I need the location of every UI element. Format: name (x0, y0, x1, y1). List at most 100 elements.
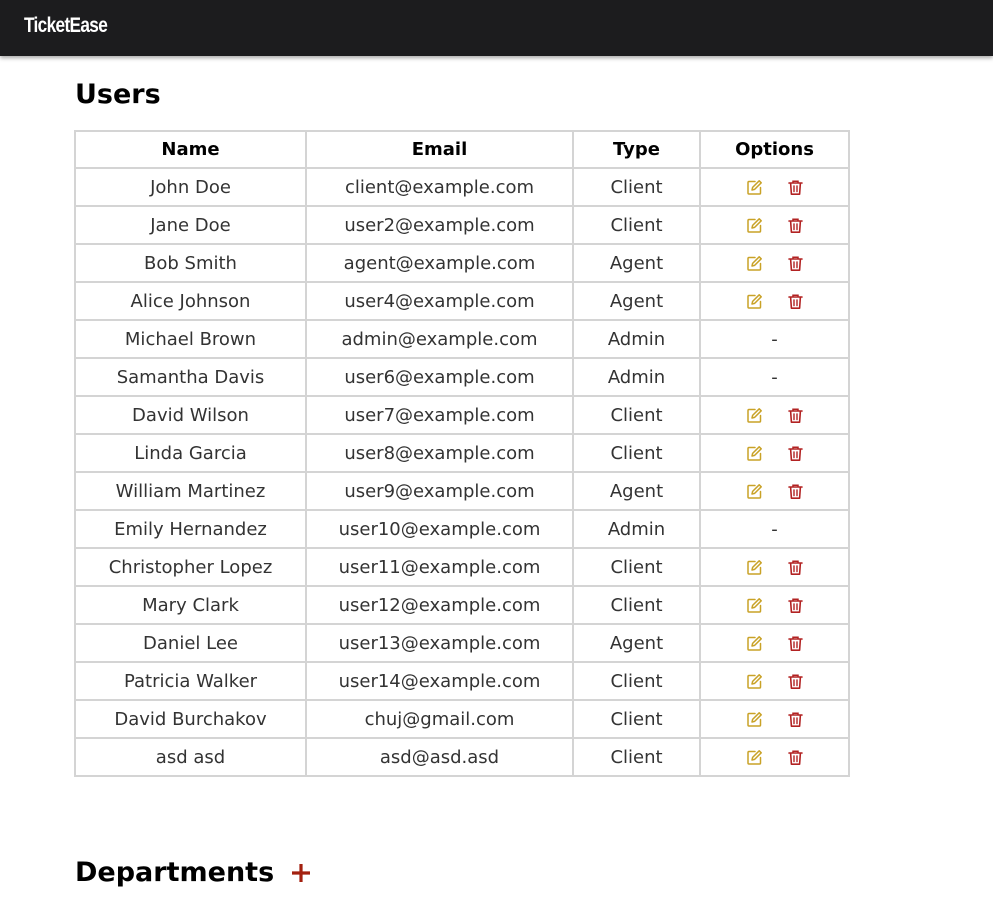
edit-icon[interactable] (746, 749, 763, 766)
user-type-cell: Admin (572, 319, 701, 359)
delete-icon[interactable] (787, 179, 804, 196)
delete-icon[interactable] (787, 673, 804, 690)
table-row: Alice Johnson user4@example.com Agent (74, 281, 850, 321)
user-type-cell: Client (572, 699, 701, 739)
delete-icon[interactable] (787, 407, 804, 424)
user-options-cell (699, 471, 850, 511)
options-actions (701, 293, 848, 310)
user-name-cell: John Doe (74, 167, 307, 207)
user-email-cell: user9@example.com (305, 471, 574, 511)
options-actions (701, 255, 848, 272)
user-name-cell: Jane Doe (74, 205, 307, 245)
user-name-cell: Alice Johnson (74, 281, 307, 321)
users-table: Name Email Type Options John Doe client@e… (74, 130, 850, 777)
user-name-cell: Daniel Lee (74, 623, 307, 663)
table-row: John Doe client@example.com Client (74, 167, 850, 207)
user-type-cell: Client (572, 585, 701, 625)
user-email-cell: user12@example.com (305, 585, 574, 625)
delete-icon[interactable] (787, 597, 804, 614)
no-options-text: - (771, 366, 778, 388)
user-options-cell (699, 585, 850, 625)
user-name-cell: Bob Smith (74, 243, 307, 283)
user-options-cell (699, 281, 850, 321)
user-name-cell: Christopher Lopez (74, 547, 307, 587)
edit-icon[interactable] (746, 407, 763, 424)
user-type-cell: Client (572, 395, 701, 435)
user-name-cell: Samantha Davis (74, 357, 307, 397)
user-email-cell: agent@example.com (305, 243, 574, 283)
departments-section-title: Departments (75, 857, 275, 888)
user-type-cell: Client (572, 167, 701, 207)
delete-icon[interactable] (787, 217, 804, 234)
user-name-cell: Patricia Walker (74, 661, 307, 701)
column-header-email: Email (305, 130, 574, 169)
user-name-cell: David Wilson (74, 395, 307, 435)
delete-icon[interactable] (787, 293, 804, 310)
user-options-cell (699, 661, 850, 701)
user-options-cell: - (699, 357, 850, 397)
edit-icon[interactable] (746, 483, 763, 500)
user-options-cell: - (699, 319, 850, 359)
edit-icon[interactable] (746, 597, 763, 614)
edit-icon[interactable] (746, 559, 763, 576)
user-email-cell: user13@example.com (305, 623, 574, 663)
table-row: Christopher Lopez user11@example.com Clien… (74, 547, 850, 587)
user-name-cell: Mary Clark (74, 585, 307, 625)
options-actions (701, 673, 848, 690)
delete-icon[interactable] (787, 559, 804, 576)
users-table-body: John Doe client@example.com Client Jane Doe… (74, 167, 850, 777)
user-type-cell: Admin (572, 357, 701, 397)
add-department-icon[interactable] (289, 859, 313, 887)
user-email-cell: user8@example.com (305, 433, 574, 473)
user-name-cell: asd asd (74, 737, 307, 777)
delete-icon[interactable] (787, 445, 804, 462)
table-row: Patricia Walker user14@example.com Client (74, 661, 850, 701)
user-name-cell: Emily Hernandez (74, 509, 307, 549)
options-actions (701, 559, 848, 576)
edit-icon[interactable] (746, 711, 763, 728)
user-type-cell: Agent (572, 471, 701, 511)
options-actions (701, 407, 848, 424)
user-email-cell: user7@example.com (305, 395, 574, 435)
delete-icon[interactable] (787, 749, 804, 766)
edit-icon[interactable] (746, 179, 763, 196)
user-options-cell (699, 243, 850, 283)
user-name-cell: Linda Garcia (74, 433, 307, 473)
user-options-cell (699, 699, 850, 739)
table-row: Linda Garcia user8@example.com Client (74, 433, 850, 473)
options-actions (701, 711, 848, 728)
user-type-cell: Client (572, 433, 701, 473)
table-row: David Wilson user7@example.com Client (74, 395, 850, 435)
edit-icon[interactable] (746, 293, 763, 310)
column-header-name: Name (74, 130, 307, 169)
edit-icon[interactable] (746, 445, 763, 462)
column-header-type: Type (572, 130, 701, 169)
user-type-cell: Agent (572, 623, 701, 663)
edit-icon[interactable] (746, 217, 763, 234)
options-actions (701, 179, 848, 196)
user-options-cell (699, 167, 850, 207)
edit-icon[interactable] (746, 255, 763, 272)
edit-icon[interactable] (746, 673, 763, 690)
user-email-cell: chuj@gmail.com (305, 699, 574, 739)
table-row: Daniel Lee user13@example.com Agent (74, 623, 850, 663)
user-options-cell (699, 205, 850, 245)
delete-icon[interactable] (787, 711, 804, 728)
brand-logo[interactable]: TicketEase (24, 14, 108, 38)
table-row: Emily Hernandez user10@example.com Admin - (74, 509, 850, 549)
delete-icon[interactable] (787, 483, 804, 500)
edit-icon[interactable] (746, 635, 763, 652)
options-actions (701, 445, 848, 462)
user-type-cell: Client (572, 661, 701, 701)
user-options-cell (699, 547, 850, 587)
table-row: Jane Doe user2@example.com Client (74, 205, 850, 245)
options-actions (701, 597, 848, 614)
user-name-cell: Michael Brown (74, 319, 307, 359)
delete-icon[interactable] (787, 255, 804, 272)
delete-icon[interactable] (787, 635, 804, 652)
user-email-cell: user4@example.com (305, 281, 574, 321)
user-type-cell: Agent (572, 281, 701, 321)
table-row: Mary Clark user12@example.com Client (74, 585, 850, 625)
header-row: Name Email Type Options (74, 130, 850, 169)
user-type-cell: Client (572, 737, 701, 777)
